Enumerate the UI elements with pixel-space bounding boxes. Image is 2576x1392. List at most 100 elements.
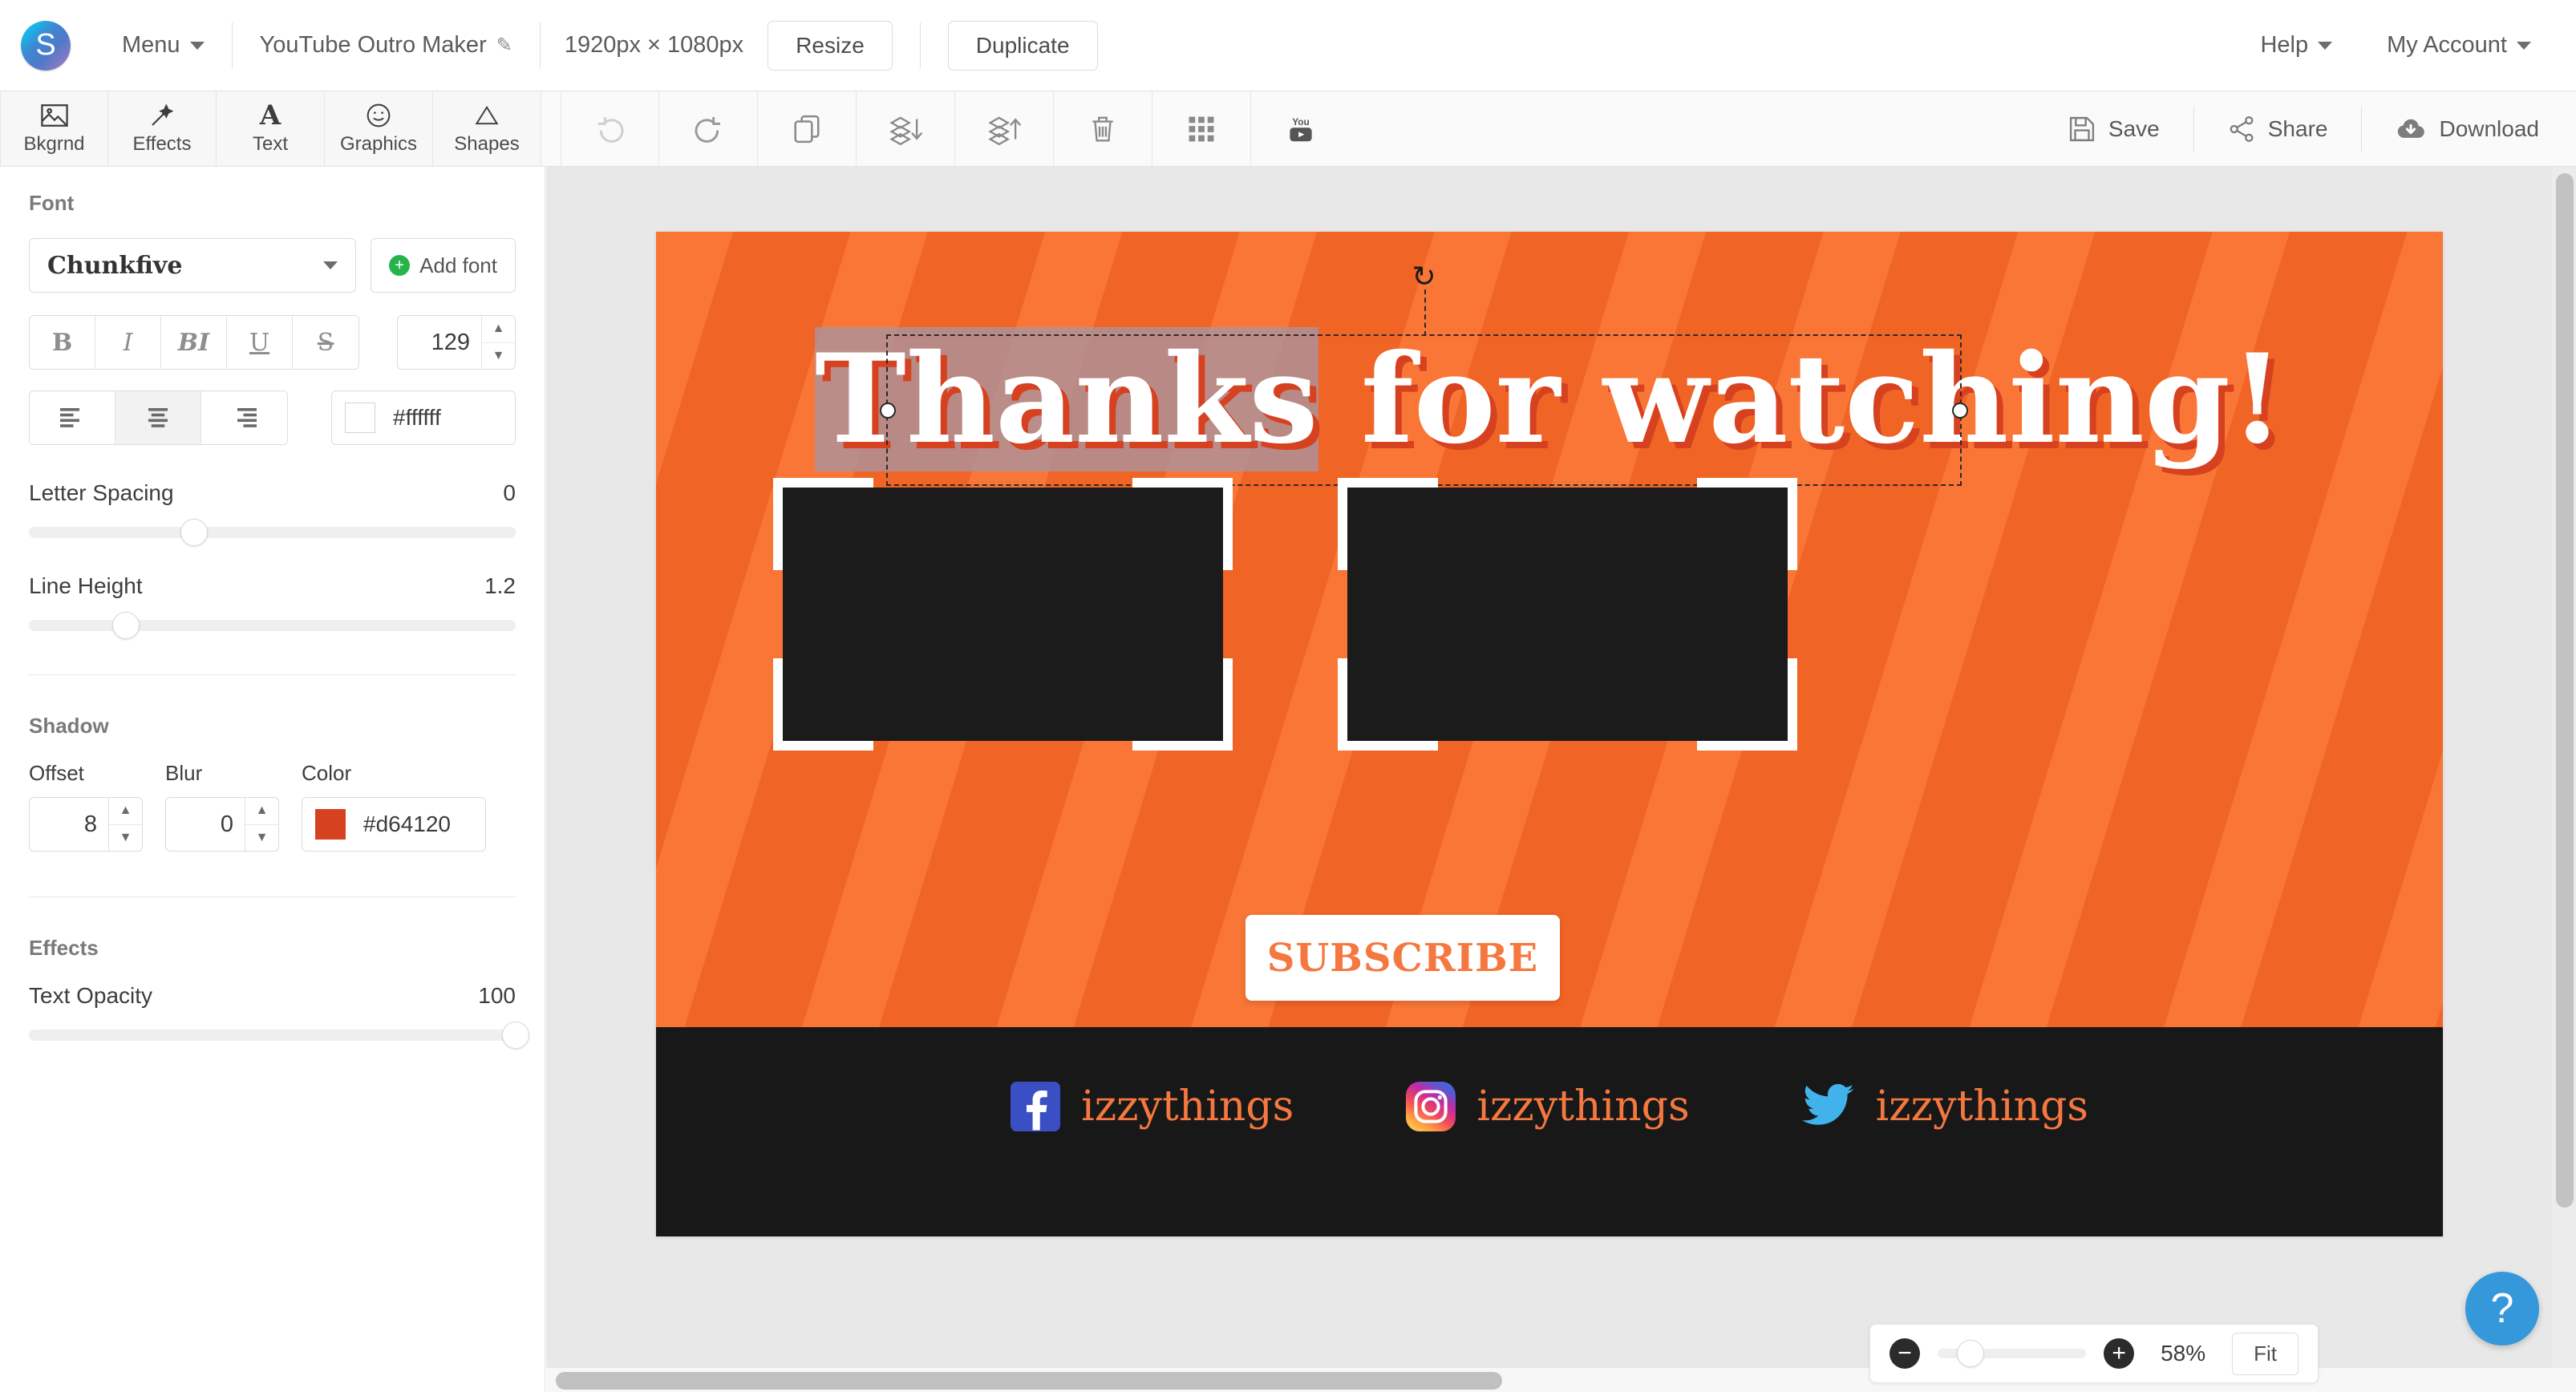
align-right-button[interactable]: [201, 391, 287, 444]
share-button[interactable]: Share: [2194, 106, 2363, 152]
resize-button[interactable]: Resize: [768, 20, 893, 71]
slider-knob[interactable]: [112, 612, 140, 639]
text-color-value: #ffffff: [393, 405, 441, 430]
download-label: Download: [2439, 115, 2539, 141]
video-placeholder[interactable]: [1347, 488, 1788, 741]
social-twitter[interactable]: izzythings: [1801, 1082, 2088, 1131]
tool-graphics[interactable]: Graphics: [325, 91, 433, 166]
pencil-icon[interactable]: ✎: [496, 34, 512, 57]
align-center-button[interactable]: [115, 391, 201, 444]
shadow-color-picker[interactable]: #d64120: [302, 797, 486, 852]
zoom-percent-value: 58%: [2161, 1341, 2206, 1366]
underline-button[interactable]: U: [227, 316, 293, 369]
font-family-value: Chunkfive: [47, 251, 183, 280]
chevron-down-icon: [323, 261, 338, 269]
horizontal-scroll-thumb[interactable]: [556, 1372, 1502, 1390]
shadow-offset-spinner[interactable]: ▲ ▼: [108, 798, 142, 851]
slider-knob[interactable]: [180, 519, 209, 546]
slider-knob[interactable]: [502, 1022, 529, 1049]
subscribe-button[interactable]: SUBSCRIBE: [1245, 915, 1560, 1001]
delete-button[interactable]: [1054, 91, 1152, 166]
help-fab-button[interactable]: ?: [2465, 1272, 2539, 1345]
font-family-select[interactable]: Chunkfive: [29, 238, 357, 293]
project-title-label: YouTube Outro Maker: [259, 32, 487, 58]
spinner-down-icon[interactable]: ▼: [109, 825, 142, 852]
social-facebook[interactable]: izzythings: [1011, 1082, 1294, 1131]
my-account-dropdown[interactable]: My Account: [2359, 0, 2558, 91]
line-height-label: Line Height: [29, 573, 143, 598]
color-swatch: [345, 403, 375, 433]
align-left-button[interactable]: [30, 391, 115, 444]
text-selection-box[interactable]: ↻: [880, 262, 1968, 486]
video-placeholder[interactable]: [783, 488, 1223, 741]
youtube-button[interactable]: You: [1251, 91, 1350, 166]
shadow-offset-field: Offset ▲ ▼: [29, 761, 143, 852]
letter-spacing-value: 0: [503, 480, 516, 505]
shadow-blur-spinner[interactable]: ▲ ▼: [245, 798, 278, 851]
shadow-blur-input[interactable]: [166, 798, 245, 851]
help-dropdown[interactable]: Help: [2233, 0, 2359, 91]
send-backward-button[interactable]: [857, 91, 955, 166]
shadow-blur-stepper[interactable]: ▲ ▼: [165, 797, 279, 852]
rotate-handle-icon[interactable]: ↻: [1412, 262, 1436, 291]
undo-button[interactable]: [561, 91, 659, 166]
fit-button[interactable]: Fit: [2232, 1332, 2299, 1375]
text-color-picker[interactable]: #ffffff: [331, 390, 516, 445]
tool-bkgrnd[interactable]: Bkgrnd: [0, 91, 108, 166]
italic-button[interactable]: I: [95, 316, 161, 369]
font-size-stepper[interactable]: ▲ ▼: [397, 315, 516, 370]
download-button[interactable]: Download: [2362, 107, 2576, 152]
social-row: izzythings izzythings izzythings: [656, 1082, 2443, 1131]
resize-handle-right[interactable]: [1952, 402, 1968, 419]
vertical-scrollbar[interactable]: [2552, 167, 2576, 1370]
add-font-button[interactable]: + Add font: [371, 238, 516, 293]
resize-handle-left[interactable]: [880, 402, 896, 419]
redo-button[interactable]: [659, 91, 758, 166]
letter-spacing-slider[interactable]: [29, 519, 516, 546]
bring-forward-button[interactable]: [955, 91, 1054, 166]
rotate-stem: [1424, 289, 1426, 336]
tool-effects[interactable]: Effects: [108, 91, 217, 166]
project-title[interactable]: YouTube Outro Maker ✎: [233, 0, 540, 91]
video-frame-left[interactable]: [773, 478, 1233, 751]
spinner-up-icon[interactable]: ▲: [482, 316, 515, 343]
layers-up-icon: [988, 115, 1021, 145]
video-frame-right[interactable]: [1338, 478, 1797, 751]
copy-icon: [794, 115, 820, 143]
zoom-in-button[interactable]: +: [2104, 1338, 2135, 1369]
bold-button[interactable]: B: [30, 316, 95, 369]
font-size-spinner[interactable]: ▲ ▼: [481, 316, 515, 369]
artboard[interactable]: Thanks for watching! ↻ SUBSCRIBE izzythi…: [656, 232, 2443, 1236]
tool-shapes[interactable]: Shapes: [433, 91, 541, 166]
duplicate-layer-button[interactable]: [758, 91, 857, 166]
spinner-up-icon[interactable]: ▲: [245, 798, 278, 825]
bold-italic-button[interactable]: BI: [161, 316, 227, 369]
top-bar: S Menu YouTube Outro Maker ✎ 1920px × 10…: [0, 0, 2576, 91]
spinner-down-icon[interactable]: ▼: [482, 343, 515, 370]
font-size-input[interactable]: [398, 316, 481, 369]
strikethrough-button[interactable]: S: [293, 316, 358, 369]
text-properties-panel: Font Chunkfive + Add font B I BI U S 129…: [0, 167, 545, 1392]
line-height-value: 1.2: [484, 573, 516, 598]
social-instagram[interactable]: izzythings: [1406, 1082, 1690, 1131]
canvas-area[interactable]: Thanks for watching! ↻ SUBSCRIBE izzythi…: [546, 167, 2576, 1392]
spinner-up-icon[interactable]: ▲: [109, 798, 142, 825]
tool-text[interactable]: A Text: [217, 91, 325, 166]
save-button[interactable]: Save: [2035, 106, 2194, 152]
shadow-offset-stepper[interactable]: ▲ ▼: [29, 797, 143, 852]
zoom-slider-knob[interactable]: [1956, 1340, 1984, 1367]
zoom-slider[interactable]: [1938, 1340, 2087, 1367]
shadow-offset-input[interactable]: [30, 798, 108, 851]
panel-switcher: Bkgrnd Effects A Text Graphics Shapes: [0, 91, 541, 166]
duplicate-button[interactable]: Duplicate: [947, 20, 1098, 71]
zoom-out-button[interactable]: −: [1889, 1338, 1920, 1369]
shadow-offset-label: Offset: [29, 761, 84, 785]
spinner-down-icon[interactable]: ▼: [245, 825, 278, 852]
line-height-slider[interactable]: [29, 612, 516, 639]
vertical-scroll-thumb[interactable]: [2556, 173, 2574, 1208]
grid-button[interactable]: [1152, 91, 1251, 166]
app-logo[interactable]: S: [21, 20, 71, 71]
editor-toolbar: Bkgrnd Effects A Text Graphics Shapes Yo…: [0, 91, 2576, 167]
menu-dropdown[interactable]: Menu: [95, 0, 232, 91]
text-opacity-slider[interactable]: [29, 1022, 529, 1049]
